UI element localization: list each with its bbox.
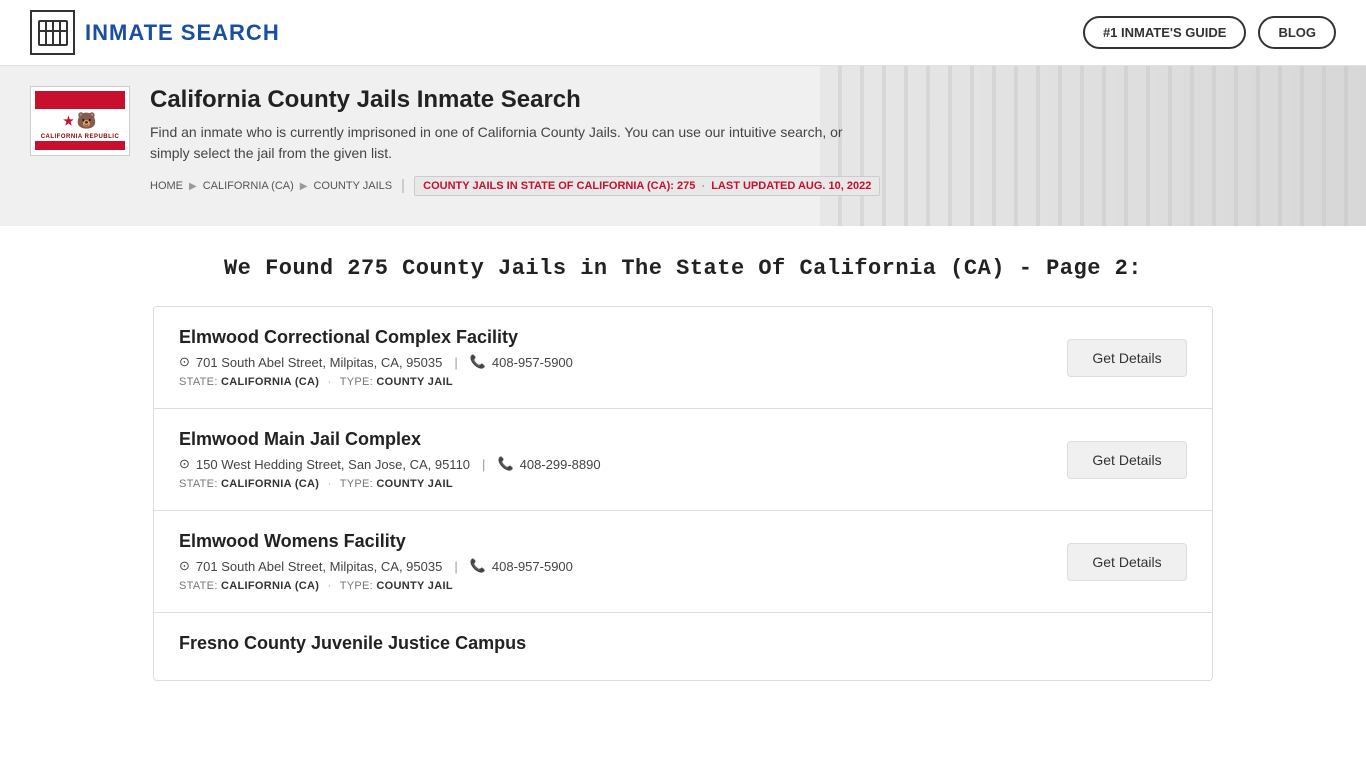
hero-description: Find an inmate who is currently imprison… bbox=[150, 122, 850, 164]
breadcrumb-updated: LAST UPDATED AUG. 10, 2022 bbox=[711, 180, 871, 192]
location-icon-2: ⊙ bbox=[179, 456, 190, 472]
breadcrumb-divider bbox=[402, 179, 404, 193]
address-text-1: 701 South Abel Street, Milpitas, CA, 950… bbox=[196, 355, 442, 370]
page-heading: We Found 275 County Jails in The State O… bbox=[153, 256, 1213, 281]
hero-content: ★ 🐻 CALIFORNIA REPUBLIC California Count… bbox=[0, 66, 1200, 216]
hero-section: ★ 🐻 CALIFORNIA REPUBLIC California Count… bbox=[0, 66, 1366, 226]
phone-text-2: 408-299-8890 bbox=[520, 457, 601, 472]
logo-link[interactable]: INMATE SEARCH bbox=[30, 10, 280, 55]
result-address-2: ⊙ 150 West Hedding Street, San Jose, CA,… bbox=[179, 456, 1047, 472]
logo-icon bbox=[30, 10, 75, 55]
breadcrumb-sep-2: ▶ bbox=[300, 181, 308, 192]
flag-middle: ★ 🐻 bbox=[35, 109, 125, 133]
phone-text-1: 408-957-5900 bbox=[492, 355, 573, 370]
state-label-2: STATE: bbox=[179, 478, 218, 490]
address-text-2: 150 West Hedding Street, San Jose, CA, 9… bbox=[196, 457, 470, 472]
result-item: Elmwood Correctional Complex Facility ⊙ … bbox=[154, 307, 1212, 409]
addr-sep-3: | bbox=[454, 559, 457, 574]
result-info-1: Elmwood Correctional Complex Facility ⊙ … bbox=[179, 327, 1047, 388]
type-label-1: TYPE: bbox=[340, 376, 373, 388]
breadcrumb-home[interactable]: HOME bbox=[150, 180, 183, 192]
type-label-3: TYPE: bbox=[340, 580, 373, 592]
main-content: We Found 275 County Jails in The State O… bbox=[133, 226, 1233, 711]
meta-dot-2: · bbox=[328, 478, 332, 490]
breadcrumb-sep-1: ▶ bbox=[189, 181, 197, 192]
result-info-2: Elmwood Main Jail Complex ⊙ 150 West Hed… bbox=[179, 429, 1047, 490]
result-name-4: Fresno County Juvenile Justice Campus bbox=[179, 633, 1187, 654]
breadcrumb-count: 275 bbox=[677, 180, 695, 192]
address-text-3: 701 South Abel Street, Milpitas, CA, 950… bbox=[196, 559, 442, 574]
state-value-3: CALIFORNIA (CA) bbox=[221, 580, 319, 592]
result-name-2: Elmwood Main Jail Complex bbox=[179, 429, 1047, 450]
breadcrumb-section[interactable]: COUNTY JAILS bbox=[313, 180, 392, 192]
result-meta-2: STATE: CALIFORNIA (CA) · TYPE: COUNTY JA… bbox=[179, 478, 1047, 490]
addr-sep-1: | bbox=[454, 355, 457, 370]
get-details-button-1[interactable]: Get Details bbox=[1067, 339, 1187, 377]
phone-text-3: 408-957-5900 bbox=[492, 559, 573, 574]
result-address-3: ⊙ 701 South Abel Street, Milpitas, CA, 9… bbox=[179, 558, 1047, 574]
type-value-3: COUNTY JAIL bbox=[376, 580, 452, 592]
site-header: INMATE SEARCH #1 INMATE'S GUIDE BLOG bbox=[0, 0, 1366, 66]
results-container: Elmwood Correctional Complex Facility ⊙ … bbox=[153, 306, 1213, 681]
get-details-button-2[interactable]: Get Details bbox=[1067, 441, 1187, 479]
hero-title: California County Jails Inmate Search bbox=[150, 86, 1170, 114]
breadcrumb-info-text: COUNTY JAILS IN STATE OF CALIFORNIA (CA)… bbox=[423, 180, 674, 192]
state-value-2: CALIFORNIA (CA) bbox=[221, 478, 319, 490]
flag-bottom-stripe bbox=[35, 141, 125, 150]
breadcrumb-info: COUNTY JAILS IN STATE OF CALIFORNIA (CA)… bbox=[414, 176, 880, 196]
result-item-4: Fresno County Juvenile Justice Campus bbox=[154, 613, 1212, 680]
get-details-button-3[interactable]: Get Details bbox=[1067, 543, 1187, 581]
location-icon-3: ⊙ bbox=[179, 558, 190, 574]
hero-text: California County Jails Inmate Search Fi… bbox=[150, 86, 1170, 196]
result-address-1: ⊙ 701 South Abel Street, Milpitas, CA, 9… bbox=[179, 354, 1047, 370]
california-flag: ★ 🐻 CALIFORNIA REPUBLIC bbox=[30, 86, 130, 156]
location-icon-1: ⊙ bbox=[179, 354, 190, 370]
breadcrumb-state[interactable]: CALIFORNIA (CA) bbox=[203, 180, 294, 192]
meta-dot-1: · bbox=[328, 376, 332, 388]
state-label-3: STATE: bbox=[179, 580, 218, 592]
breadcrumb: HOME ▶ CALIFORNIA (CA) ▶ COUNTY JAILS CO… bbox=[150, 176, 1170, 196]
flag-bear: 🐻 bbox=[77, 111, 97, 131]
phone-icon-2: 📞 bbox=[497, 456, 513, 472]
flag-top-stripe bbox=[35, 91, 125, 109]
main-nav: #1 INMATE'S GUIDE BLOG bbox=[1083, 16, 1336, 49]
meta-dot-3: · bbox=[328, 580, 332, 592]
type-value-2: COUNTY JAIL bbox=[376, 478, 452, 490]
result-item-2: Elmwood Main Jail Complex ⊙ 150 West Hed… bbox=[154, 409, 1212, 511]
state-value-1: CALIFORNIA (CA) bbox=[221, 376, 319, 388]
result-name-3: Elmwood Womens Facility bbox=[179, 531, 1047, 552]
result-meta-3: STATE: CALIFORNIA (CA) · TYPE: COUNTY JA… bbox=[179, 580, 1047, 592]
phone-icon-1: 📞 bbox=[470, 354, 486, 370]
phone-icon-3: 📞 bbox=[470, 558, 486, 574]
result-name-1: Elmwood Correctional Complex Facility bbox=[179, 327, 1047, 348]
inmates-guide-button[interactable]: #1 INMATE'S GUIDE bbox=[1083, 16, 1246, 49]
prison-icon bbox=[37, 17, 69, 49]
type-label-2: TYPE: bbox=[340, 478, 373, 490]
result-info-3: Elmwood Womens Facility ⊙ 701 South Abel… bbox=[179, 531, 1047, 592]
blog-button[interactable]: BLOG bbox=[1258, 16, 1336, 49]
state-label-1: STATE: bbox=[179, 376, 218, 388]
flag-text: CALIFORNIA REPUBLIC bbox=[35, 133, 125, 141]
type-value-1: COUNTY JAIL bbox=[376, 376, 452, 388]
result-item-3: Elmwood Womens Facility ⊙ 701 South Abel… bbox=[154, 511, 1212, 613]
site-title: INMATE SEARCH bbox=[85, 20, 280, 46]
result-meta-1: STATE: CALIFORNIA (CA) · TYPE: COUNTY JA… bbox=[179, 376, 1047, 388]
flag-star: ★ bbox=[63, 114, 74, 128]
addr-sep-2: | bbox=[482, 457, 485, 472]
